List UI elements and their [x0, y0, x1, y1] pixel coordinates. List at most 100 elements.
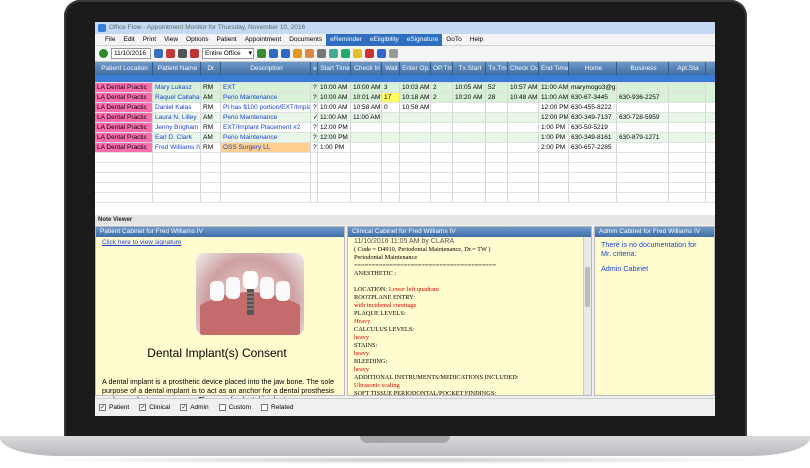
table-cell-loc: LA Dental Practic: [95, 143, 153, 152]
column-header[interactable]: Apt.Sta: [669, 62, 706, 75]
delete-icon[interactable]: [190, 49, 199, 58]
table-cell-desc: Perio Maintenance: [221, 113, 311, 122]
table-row[interactable]: LA Dental Practic Daniel Kalas RM Pt has $1…: [95, 103, 715, 113]
menu-documents[interactable]: Documents: [285, 34, 326, 46]
table-cell-checkout: [508, 103, 539, 112]
clinical-scrollbar[interactable]: [583, 237, 591, 395]
checkbox-icon[interactable]: [261, 404, 269, 411]
note-line: heavy: [354, 334, 370, 341]
filter-patient-checkbox[interactable]: ✓ Patient: [99, 404, 129, 411]
menu-ereminder[interactable]: eReminder: [326, 33, 366, 46]
table-row[interactable]: LA Dental Practic Mary Lukasz RM EXT? 10:00 …: [95, 83, 715, 93]
patient-cabinet-header: Patient Cabinet for Fred Williams IV: [96, 227, 344, 237]
menu-patient[interactable]: Patient: [212, 34, 240, 46]
checkbox-icon[interactable]: [218, 404, 226, 411]
note-icon[interactable]: [353, 49, 362, 58]
note-line: [354, 278, 585, 286]
table-cell-home: 630-349-8161: [569, 133, 617, 142]
table-row[interactable]: LA Dental Practic Laura N. Lilley AM Perio …: [95, 113, 715, 123]
table-cell-dr: RM: [201, 83, 221, 92]
column-header[interactable]: Tx.Tm: [486, 62, 508, 75]
filter-related-checkbox[interactable]: Related: [261, 404, 293, 411]
table-cell-status: [669, 123, 706, 132]
date-field[interactable]: 11/10/2016: [111, 48, 151, 59]
table-cell-business: 630-879-1271: [617, 133, 669, 142]
filter-custom-checkbox[interactable]: Custom: [218, 404, 251, 411]
table-row[interactable]: LA Dental Practic Jenny Brigham RM EXT/Impl…: [95, 123, 715, 133]
column-header[interactable]: Patient Location: [95, 62, 153, 75]
window-title: Office Flow - Appointment Monitor for Th…: [109, 24, 306, 31]
settings-icon[interactable]: [389, 49, 398, 58]
column-header[interactable]: Wait: [382, 62, 400, 75]
menu-appointment[interactable]: Appointment: [241, 34, 286, 46]
view-signature-link[interactable]: Click here to view signature: [96, 237, 344, 248]
calendar-icon[interactable]: [154, 49, 163, 58]
column-header[interactable]: Dr.: [201, 62, 221, 75]
column-header[interactable]: Home: [569, 62, 617, 75]
column-header[interactable]: Business: [617, 62, 669, 75]
office-select[interactable]: Entire Office: [202, 48, 254, 59]
filter-admin-checkbox[interactable]: ✓ Admin: [180, 404, 209, 411]
edit-icon[interactable]: [293, 49, 302, 58]
table-row[interactable]: LA Dental Practic Fred Williams IV RM OSS S…: [95, 143, 715, 153]
table-cell-end: 12:00 PM: [541, 113, 569, 122]
camera-icon[interactable]: [178, 49, 187, 58]
info-icon[interactable]: [377, 49, 386, 58]
note-line: ( Code = D4910, Periodontal Maintenance,…: [354, 246, 491, 253]
sort-icon[interactable]: [257, 49, 266, 58]
table-cell-start: 10:00 AM: [318, 103, 351, 112]
table-cell-business: [617, 83, 669, 92]
note-viewer-title: Note Viewer: [95, 215, 715, 225]
table-cell-home: 630-657-2285: [569, 143, 617, 152]
menu-print[interactable]: Print: [139, 34, 160, 46]
grid-icon[interactable]: [329, 49, 338, 58]
note-line: ROOTPLANE ENTRY:: [354, 294, 415, 301]
record-icon[interactable]: [166, 49, 175, 58]
table-cell-checkin: 11:00 AM: [351, 113, 382, 122]
table-cell-loc: LA Dental Practic: [95, 113, 153, 122]
table-cell-txtm: [486, 133, 508, 142]
refresh-icon[interactable]: [99, 49, 108, 58]
checkbox-icon[interactable]: ✓: [180, 404, 188, 411]
menu-file[interactable]: File: [101, 34, 119, 46]
font-up-icon[interactable]: [269, 49, 278, 58]
menu-view[interactable]: View: [160, 34, 182, 46]
laptop-frame: Office Flow - Appointment Monitor for Th…: [0, 0, 810, 468]
print-icon[interactable]: [317, 49, 326, 58]
column-header[interactable]: OP.Tm: [431, 62, 453, 75]
table-cell-start: 1:00 PM: [318, 143, 351, 152]
font-down-icon[interactable]: [281, 49, 290, 58]
menu-goto[interactable]: GoTo: [442, 34, 466, 46]
column-header[interactable]: Start Time: [318, 62, 351, 75]
filter-label: Admin: [190, 404, 209, 411]
column-header[interactable]: Enter Op.: [400, 62, 431, 75]
users-icon[interactable]: [305, 49, 314, 58]
table-row[interactable]: LA Dental Practic Earl D. Clark AM Perio Ma…: [95, 133, 715, 143]
column-header[interactable]: e: [311, 62, 318, 75]
alert-icon[interactable]: [365, 49, 374, 58]
table-cell-wait: [382, 143, 400, 152]
column-header[interactable]: Description: [221, 62, 311, 75]
menu-options[interactable]: Options: [182, 34, 212, 46]
filter-clinical-checkbox[interactable]: ✓ Clinical: [139, 404, 170, 411]
column-header[interactable]: Patient Name: [153, 62, 201, 75]
column-header[interactable]: Check In: [351, 62, 382, 75]
column-header[interactable]: End Time: [539, 62, 569, 75]
chart-icon[interactable]: [341, 49, 350, 58]
column-header[interactable]: Tx.Start: [453, 62, 486, 75]
title-bar: Office Flow - Appointment Monitor for Th…: [95, 22, 715, 34]
table-cell-wait: [382, 123, 400, 132]
menu-eeligibility[interactable]: eEligibility: [365, 33, 403, 46]
table-cell-e: ?: [313, 93, 318, 102]
menu-esignature[interactable]: eSignature: [402, 33, 443, 46]
checkbox-icon[interactable]: ✓: [99, 404, 106, 411]
checkbox-icon[interactable]: ✓: [139, 404, 147, 411]
menu-help[interactable]: Help: [466, 34, 487, 46]
admin-cabinet-link[interactable]: Admin Cabinet: [595, 261, 714, 276]
note-line: CALCULUS LEVELS:: [354, 326, 414, 333]
column-header[interactable]: Check Out: [508, 62, 539, 75]
table-cell-desc: Pt has $100 portion/EXT/Impla: [223, 103, 311, 112]
menu-edit[interactable]: Edit: [119, 34, 138, 46]
table-cell-end: 11:00 AM: [541, 83, 569, 92]
table-row[interactable]: LA Dental Practic Raquel Callahan AM Perio …: [95, 93, 715, 103]
